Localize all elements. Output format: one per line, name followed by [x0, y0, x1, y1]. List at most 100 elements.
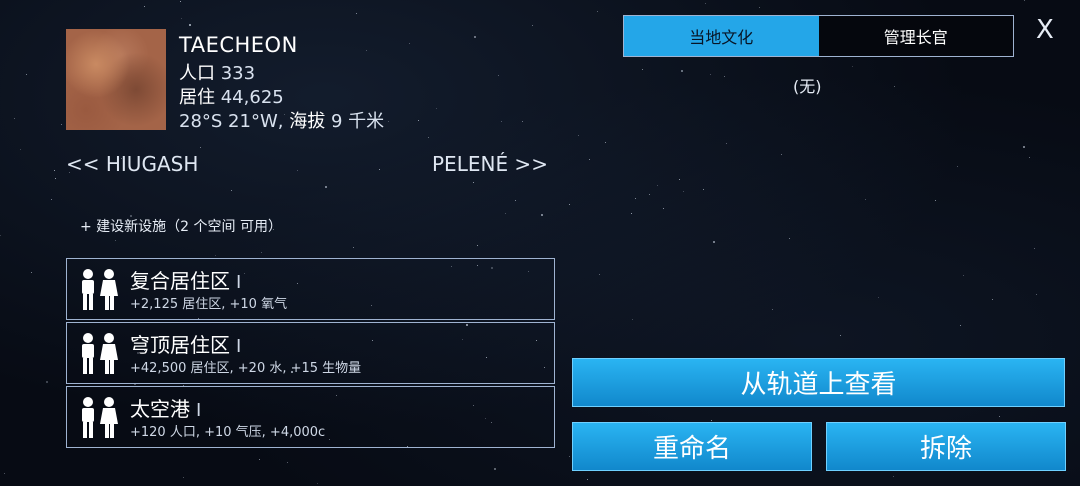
- star: [0, 235, 1, 236]
- star: [409, 43, 410, 44]
- star: [215, 255, 216, 256]
- star: [26, 74, 27, 75]
- star: [356, 13, 357, 14]
- star: [683, 191, 684, 192]
- facility-title: 太空港 I: [130, 393, 201, 422]
- star: [259, 459, 260, 460]
- star: [55, 178, 56, 179]
- facility-item-dome-habitat[interactable]: 穹顶居住区 I +42,500 居住区, +20 水, +15 生物量: [66, 322, 555, 384]
- altitude-value: 9 千米: [330, 111, 385, 132]
- star: [366, 50, 367, 51]
- tab-administrator[interactable]: 管理长官: [818, 16, 1013, 56]
- tab-local-culture[interactable]: 当地文化: [624, 16, 819, 56]
- star: [144, 6, 145, 7]
- star: [231, 190, 232, 191]
- people-icon: [82, 397, 118, 438]
- population-stat: 人口 333: [179, 59, 255, 85]
- star: [477, 245, 478, 246]
- planet-name: TAECHEON: [179, 33, 298, 57]
- facility-item-spaceport[interactable]: 太空港 I +120 人口, +10 气压, +4,000c: [66, 386, 555, 448]
- facility-name: 复合居住区: [130, 269, 230, 293]
- star: [522, 121, 523, 122]
- star: [31, 272, 32, 273]
- star: [51, 199, 52, 200]
- star: [261, 252, 262, 253]
- demolish-button[interactable]: 拆除: [826, 422, 1066, 471]
- star: [635, 198, 636, 199]
- facility-level: I: [196, 400, 202, 421]
- facility-name: 穹顶居住区: [130, 333, 230, 357]
- star: [569, 204, 570, 205]
- star: [960, 325, 961, 326]
- star: [599, 274, 600, 275]
- star: [703, 189, 704, 190]
- star: [46, 381, 48, 383]
- star: [183, 477, 184, 478]
- star: [999, 416, 1000, 417]
- star: [878, 297, 879, 298]
- star: [1024, 0, 1025, 1]
- star: [840, 335, 841, 336]
- star: [532, 25, 533, 26]
- star: [705, 3, 706, 4]
- star: [663, 208, 664, 209]
- star: [865, 199, 866, 200]
- facility-item-complex-habitat[interactable]: 复合居住区 I +2,125 居住区, +10 氧气: [66, 258, 555, 320]
- coordinates-stat: 28°S 21°W, 海拔 9 千米: [179, 107, 384, 133]
- housing-stat: 居住 44,625: [179, 83, 284, 109]
- close-icon[interactable]: X: [1036, 15, 1054, 45]
- star: [569, 456, 570, 457]
- star: [474, 36, 476, 38]
- star: [515, 200, 516, 201]
- star: [287, 462, 288, 463]
- altitude-label: 海拔: [289, 111, 326, 132]
- build-new-facility-button[interactable]: + 建设新设施（2 个空间 可用）: [80, 216, 282, 236]
- star: [631, 213, 632, 214]
- facility-title: 复合居住区 I: [130, 265, 241, 294]
- star: [428, 137, 429, 138]
- star: [935, 200, 936, 201]
- star: [14, 118, 15, 119]
- previous-planet-link[interactable]: << HIUGASH: [66, 152, 198, 176]
- star: [4, 473, 5, 474]
- coordinates-value: 28°S 21°W,: [179, 111, 284, 132]
- star: [1036, 294, 1037, 295]
- star: [759, 7, 760, 8]
- star: [605, 142, 606, 143]
- star: [597, 11, 598, 12]
- planet-thumbnail: [66, 29, 166, 130]
- star: [505, 213, 506, 214]
- star: [436, 108, 437, 109]
- star: [379, 169, 380, 170]
- star: [200, 147, 201, 148]
- star: [1034, 248, 1035, 249]
- star: [642, 69, 643, 70]
- star: [1023, 146, 1025, 148]
- star: [115, 240, 116, 241]
- population-value: 333: [220, 63, 256, 84]
- star: [632, 319, 633, 320]
- housing-value: 44,625: [220, 87, 284, 108]
- star: [297, 170, 298, 171]
- star: [61, 124, 62, 125]
- star: [501, 121, 502, 122]
- star: [418, 120, 419, 121]
- view-from-orbit-button[interactable]: 从轨道上查看: [572, 358, 1065, 407]
- facility-description: +2,125 居住区, +10 氧气: [130, 297, 288, 312]
- star: [852, 66, 853, 67]
- star: [957, 166, 958, 167]
- star: [317, 483, 318, 484]
- star: [713, 241, 715, 243]
- facility-level: I: [236, 336, 242, 357]
- star: [992, 299, 993, 300]
- next-planet-link[interactable]: PELENÉ >>: [432, 152, 548, 176]
- star: [353, 247, 354, 248]
- star: [388, 121, 389, 122]
- star: [589, 159, 590, 160]
- rename-button[interactable]: 重命名: [572, 422, 812, 471]
- star: [180, 1, 181, 2]
- facility-level: I: [236, 272, 242, 293]
- star: [473, 182, 474, 183]
- star: [657, 185, 658, 186]
- star: [498, 75, 499, 76]
